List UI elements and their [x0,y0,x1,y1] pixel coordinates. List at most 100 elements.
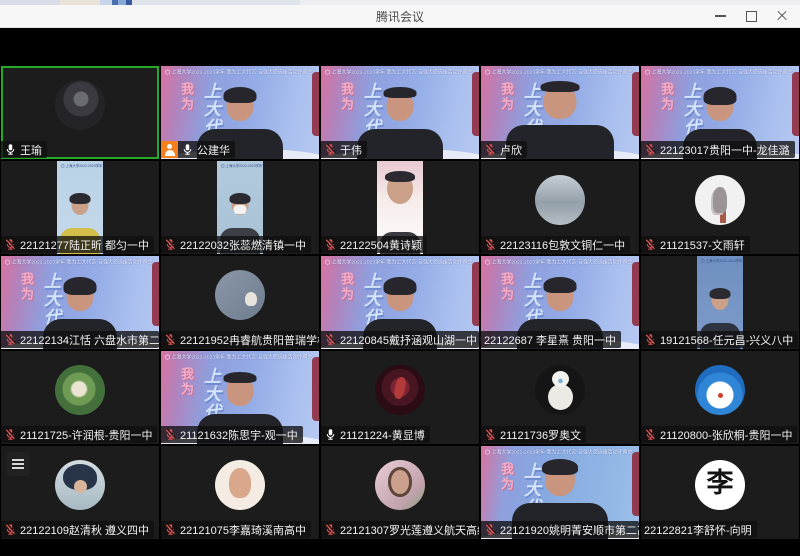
participant-tile[interactable]: 22121075李嘉琦溪南高中 [161,446,319,539]
participant-name: 22120845戴抒涵观山湖一中 [340,332,477,348]
avatar [695,365,745,415]
participant-name: 19121568-任元昌-兴义八中 [660,332,793,348]
participant-label: 公建华 [178,141,235,158]
mic-icon [324,523,337,536]
tile-footer: 公建华 [161,141,235,158]
mic-icon [4,428,17,441]
window-title: 腾讯会议 [376,8,424,25]
participant-tile[interactable]: 22123116包敦文铜仁一中 [481,161,639,254]
tile-footer: 22122687 李星熹 贵阳一中 [481,331,621,348]
participant-tile[interactable]: 上海大学2022-2023学年“我为上大代言”自强大使选拔活动评审会 我为 上大… [161,66,319,159]
participant-name: 22122032张蕊燃清镇一中 [180,237,306,253]
participant-tile[interactable]: 上海大学2022-2023学年“我为上大代言”自强大使选拔活动评审会 我为 上大… [641,66,799,159]
participant-tile[interactable]: 21120800-张欣桐-贵阳一中 [641,351,799,444]
tile-footer: 22122134江恬 六盘水市第二中 [1,331,159,348]
mic-icon [484,428,497,441]
mic-icon [324,333,337,346]
close-icon[interactable] [767,5,798,27]
participant-tile[interactable]: 上海大学2022-2023学年“我为上大代言”自强大使选拔活动评审会 我为 上大… [481,256,639,349]
mic-icon [484,238,497,251]
participant-tile[interactable]: 上海大学2022-2023学年“我为上大代言”自强大使选拔活动评审会 [641,256,799,349]
participant-name: 22122504黄诗颖 [340,237,422,253]
avatar [535,365,585,415]
participant-label: 22122134江恬 六盘水市第二中 [1,331,159,348]
participant-tile[interactable]: 上海大学2022-2023学年“我为上大代言”自强大使选拔活动评审会 我为 上大… [321,66,479,159]
participant-label: 21121736罗奥文 [481,426,586,443]
meeting-content: 王瑜 上海大学2022-2023学年“我为上大代言”自强大使选拔活动评审会 我为… [0,28,800,556]
participant-name: 22122109赵清秋 遵义四中 [20,522,149,538]
mic-icon [324,428,337,441]
participant-tile[interactable]: 上海大学2022-2023学年“我为上大代言”自强大使选拔活动评审会 我为 上大… [481,446,639,539]
avatar [55,460,105,510]
participant-tile[interactable]: 上海大学2022-2023学年“我为上大代言”自强大使选拔活动评审会 我为 上大… [1,256,159,349]
tile-footer: 22121952冉睿航贵阳普瑞学校 [161,331,319,348]
participant-tile[interactable]: 李 22122821李舒怀-向明 [641,446,799,539]
tile-footer: 21121725-许润根-贵阳一中 [1,426,157,443]
tile-footer: 21121224-黄显博 [321,426,430,443]
maximize-icon[interactable] [736,5,767,27]
tile-footer: 22122032张蕊燃清镇一中 [161,236,311,253]
mic-icon [324,238,337,251]
mic-icon [484,143,497,156]
participant-tile[interactable]: 21121537-文雨轩 [641,161,799,254]
participant-tile[interactable]: 王瑜 [1,66,159,159]
tile-footer: 22123116包敦文铜仁一中 [481,236,630,253]
mic-icon [4,143,17,156]
participant-tile[interactable]: 21121725-许润根-贵阳一中 [1,351,159,444]
avatar [55,365,105,415]
mic-icon [4,333,17,346]
participant-tile[interactable]: 21121224-黄显博 [321,351,479,444]
participant-tile[interactable]: 上海大学2022-2023学年“我为上大代言”自强大使选拔活动评审会 [161,161,319,254]
participant-name: 21121632陈思宇-观一中 [180,427,298,443]
event-banner-text: 上海大学2022-2023学年“我为上大代言”自强大使选拔活动评审会 [325,258,479,265]
participant-tile[interactable]: 21121736罗奥文 [481,351,639,444]
participant-name: 22121952冉睿航贵阳普瑞学校 [180,332,319,348]
tile-footer: 21121537-文雨轩 [641,236,750,253]
titlebar[interactable]: 腾讯会议 [0,5,800,28]
participant-tile[interactable]: 22121307罗光莲遵义航天高级 [321,446,479,539]
host-badge-icon [161,141,178,158]
minimize-icon[interactable] [705,5,736,27]
avatar [55,80,105,130]
tencent-meeting-window: 腾讯会议 [0,0,800,556]
tile-footer: 22121307罗光莲遵义航天高级 [321,521,479,538]
participant-tile[interactable]: 上海大学2022-2023学年“我为上大代言”自强大使选拔活动评审会 我为 上大… [321,256,479,349]
participant-label: 王瑜 [1,141,47,158]
participant-name: 于伟 [340,142,362,158]
avatar: 李 [695,460,745,510]
participant-label: 于伟 [321,141,367,158]
participant-label: 22121075李嘉琦溪南高中 [161,521,311,538]
tile-footer: 22123017贵阳一中-龙佳潞 [641,141,795,158]
participant-name: 22123017贵阳一中-龙佳潞 [660,142,790,158]
participant-name: 21121537-文雨轩 [660,237,745,253]
participant-tile[interactable]: 上海大学2022-2023学年“我为上大代言”自强大使选拔活动评审会 我为 上大… [481,66,639,159]
participant-name: 王瑜 [20,142,42,158]
participant-label: 22122504黄诗颖 [321,236,427,253]
participant-name: 卢欣 [500,142,522,158]
event-banner-text: 上海大学2022-2023学年“我为上大代言”自强大使选拔活动评审会 [645,68,799,75]
participant-tile[interactable]: 上海大学2022-2023学年“我为上大代言”自强大使选拔活动评审会 我为 上大… [161,351,319,444]
participant-name: 21121224-黄显博 [340,427,425,443]
mic-icon [644,333,657,346]
view-layout-button[interactable] [6,452,30,476]
participant-label: 22121277陆正昕 都匀一中 [1,236,154,253]
event-banner-text: 上海大学2022-2023学年“我为上大代言”自强大使选拔活动评审会 [221,163,263,168]
participant-name: 21120800-张欣桐-贵阳一中 [660,427,792,443]
participant-name: 22122687 李星熹 贵阳一中 [484,332,616,348]
participant-label: 19121568-任元昌-兴义八中 [641,331,798,348]
event-banner-text: 上海大学2022-2023学年“我为上大代言”自强大使选拔活动评审会 [701,258,743,263]
participant-tile[interactable]: 上海大学2022-2023学年“我为上大代言”自强大使选拔活动评审会 [1,161,159,254]
mic-icon [4,523,17,536]
event-banner-text: 上海大学2022-2023学年“我为上大代言”自强大使选拔活动评审会 [485,68,639,75]
tile-footer: 22121920姚明菁安顺市第二高 [481,521,639,538]
participant-name: 21121725-许润根-贵阳一中 [20,427,152,443]
event-banner-text: 上海大学2022-2023学年“我为上大代言”自强大使选拔活动评审会 [485,258,639,265]
mic-icon [324,143,337,156]
participant-label: 卢欣 [481,141,527,158]
participant-label: 21121537-文雨轩 [641,236,750,253]
event-banner-text: 上海大学2022-2023学年“我为上大代言”自强大使选拔活动评审会 [485,448,639,455]
participant-tile[interactable]: 22121952冉睿航贵阳普瑞学校 [161,256,319,349]
avatar [375,365,425,415]
participant-tile[interactable]: 上海大学2022-2023学年“我为上大代言”自强大使选拔活动评审会 [321,161,479,254]
participant-name: 21121736罗奥文 [500,427,581,443]
